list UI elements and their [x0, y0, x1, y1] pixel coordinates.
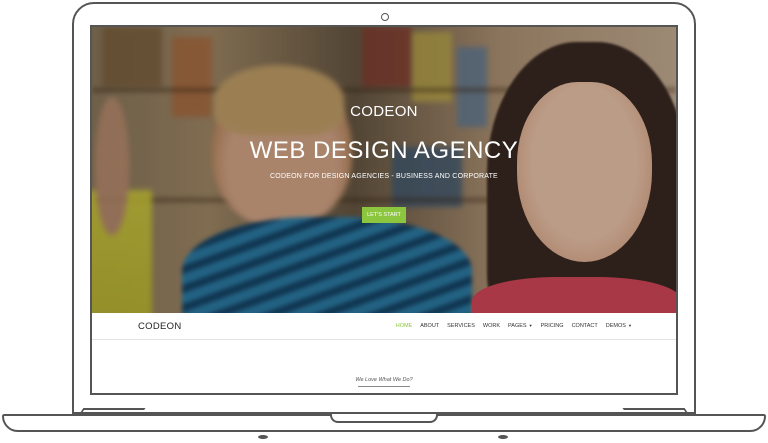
caret-down-icon: ▼	[626, 323, 632, 328]
nav-item-pages[interactable]: PAGES ▼	[508, 323, 533, 329]
nav-item-work[interactable]: WORK	[483, 323, 500, 329]
nav-item-demos[interactable]: DEMOS ▼	[606, 323, 632, 329]
brand-logo[interactable]: CODEON	[138, 321, 182, 332]
nav-item-services[interactable]: SERVICES	[447, 323, 475, 329]
hero-content: CODEON WEB DESIGN AGENCY CODEON FOR DESI…	[92, 27, 676, 313]
nav-item-about[interactable]: ABOUT	[420, 323, 439, 329]
lets-start-button[interactable]: LET'S START	[362, 207, 406, 223]
nav-item-home[interactable]: HOME	[396, 323, 413, 329]
nav-item-label: DEMOS	[605, 323, 626, 329]
hero-kicker: CODEON	[350, 103, 418, 120]
hero-subtitle: CODEON FOR DESIGN AGENCIES - BUSINESS AN…	[270, 173, 498, 180]
camera-icon	[381, 13, 389, 21]
tagline-underline	[358, 386, 410, 387]
section-tagline: We Love What We Do?	[355, 377, 413, 383]
laptop-notch	[330, 414, 438, 423]
nav-menu: HOME ABOUT SERVICES WORK PAGES ▼ PRICING…	[396, 323, 632, 329]
navbar: CODEON HOME ABOUT SERVICES WORK PAGES ▼ …	[92, 313, 676, 340]
nav-item-contact[interactable]: CONTACT	[572, 323, 598, 329]
laptop-foot	[258, 435, 268, 439]
nav-item-pricing[interactable]: PRICING	[541, 323, 564, 329]
hero-title: WEB DESIGN AGENCY	[249, 137, 519, 164]
caret-down-icon: ▼	[527, 323, 533, 328]
laptop-screen: CODEON WEB DESIGN AGENCY CODEON FOR DESI…	[90, 25, 678, 395]
hero-section: CODEON WEB DESIGN AGENCY CODEON FOR DESI…	[92, 27, 676, 313]
nav-item-label: PAGES	[508, 323, 527, 329]
laptop-foot	[498, 435, 508, 439]
